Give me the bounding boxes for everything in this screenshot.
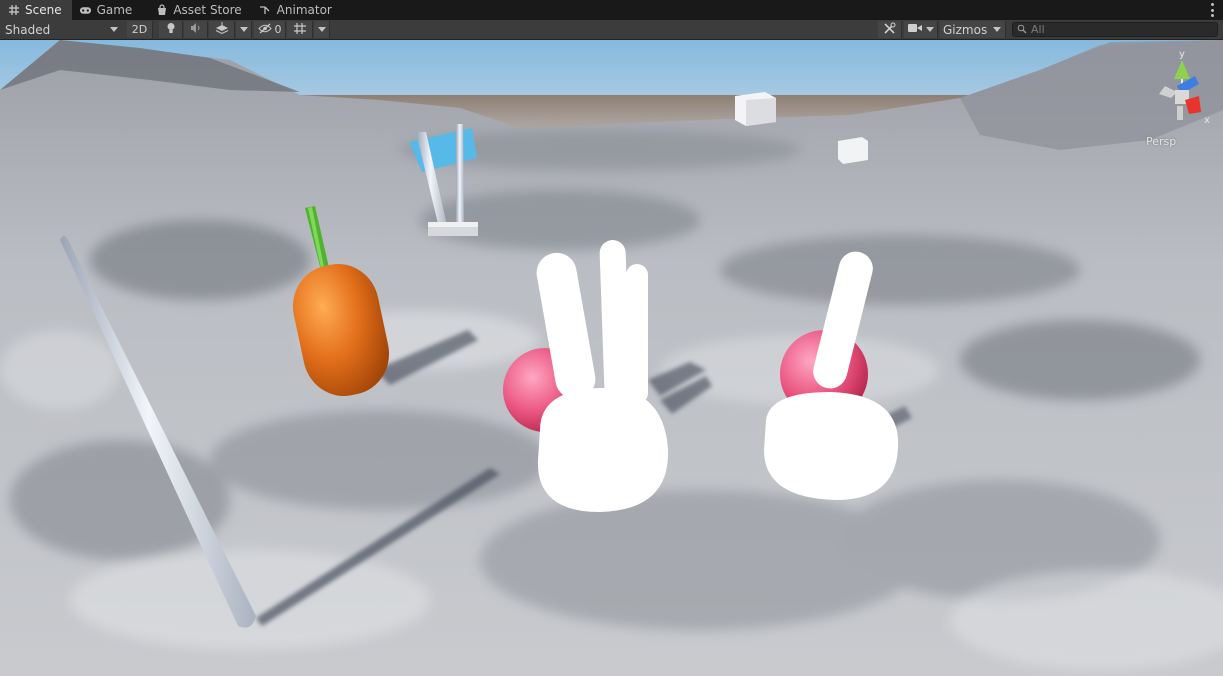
eye-slash-icon [257,23,272,37]
lighting-toggle-button[interactable] [159,21,183,38]
hidden-objects-button[interactable]: 0 [254,21,286,38]
tab-scene[interactable]: Scene [0,0,72,20]
distant-cube [735,92,776,126]
axis-y-label: y [1179,49,1185,60]
projection-toggle[interactable]: Persp [1146,135,1176,148]
axis-neg-y-cone[interactable] [1177,106,1183,120]
layers-stack-icon [215,22,229,37]
gizmos-label: Gizmos [943,22,988,37]
gizmos-dropdown[interactable]: Gizmos [940,21,1006,38]
speaker-icon [190,22,202,37]
draw-mode-dropdown[interactable]: Shaded [5,20,121,39]
chevron-down-icon [993,27,1001,32]
hidden-count: 0 [274,23,282,36]
tab-animator[interactable]: Animator [252,0,342,20]
shopping-bag-icon [155,4,168,17]
axis-y-cone[interactable] [1174,60,1190,79]
grid-dropdown-button[interactable] [314,21,330,38]
camera-settings-button[interactable] [904,21,938,38]
orientation-gizmo[interactable]: y x [1147,46,1217,146]
toggle-2d-label: 2D [131,23,148,36]
tab-bar: Scene Game Asset Store Animator [0,0,1223,20]
wrench-tools-icon [883,22,896,38]
small-cube [838,137,868,164]
animator-icon [259,4,272,17]
chevron-down-icon [925,27,934,32]
hierarchy-search[interactable] [1012,22,1218,37]
tools-button[interactable] [878,21,902,38]
grid-toggle-button[interactable] [287,21,313,38]
chevron-down-icon [239,27,248,32]
search-input[interactable] [1031,23,1211,36]
tab-asset-store[interactable]: Asset Store [148,0,251,20]
grid-icon [293,22,307,38]
tab-asset-store-label: Asset Store [173,3,242,17]
projection-label: Persp [1146,135,1177,148]
scene-render [0,40,1223,676]
tab-animator-label: Animator [276,3,332,17]
tab-game-label: Game [96,3,133,17]
axis-x-label: x [1204,115,1210,126]
audio-toggle-button[interactable] [184,21,208,38]
tab-scene-label: Scene [25,3,62,17]
scene-viewport[interactable]: y x Persp [0,40,1223,676]
scene-grid-icon [7,4,20,17]
effects-dropdown-button[interactable] [236,21,252,38]
chevron-down-icon [110,27,118,32]
tab-game[interactable]: Game [72,0,143,20]
axis-neg-x-cone[interactable] [1159,86,1177,98]
toggle-2d-button[interactable]: 2D [127,21,153,38]
draw-mode-label: Shaded [5,22,51,37]
lightbulb-icon [166,22,176,37]
window-menu-icon[interactable] [1209,3,1215,17]
search-icon [1017,23,1027,37]
unity-scene-window: Scene Game Asset Store Animator Shaded 2… [0,0,1223,676]
effects-toggle-button[interactable] [209,21,235,38]
gamepad-icon [79,4,92,17]
chevron-down-icon [317,27,326,32]
scene-toolbar: Shaded 2D 0 Gizmos All [0,20,1223,40]
video-camera-icon [907,23,922,36]
